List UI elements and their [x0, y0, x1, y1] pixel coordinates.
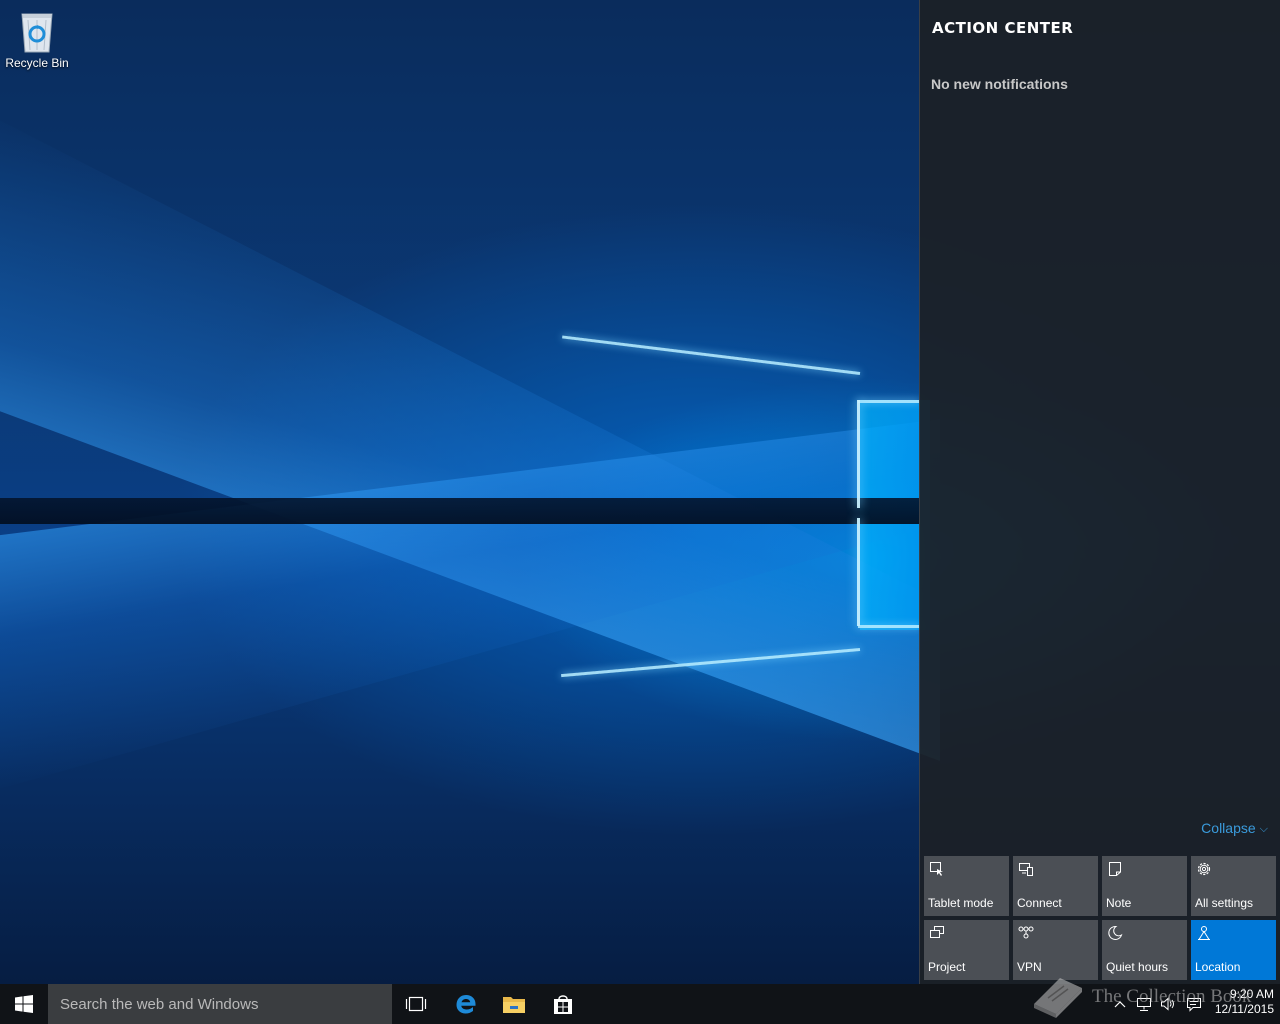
quick-action-tablet-mode[interactable]: Tablet mode: [924, 856, 1009, 916]
project-icon: [930, 926, 944, 938]
quick-action-label: Location: [1195, 960, 1241, 974]
task-view-button[interactable]: [392, 984, 440, 1024]
quick-action-vpn[interactable]: VPN: [1013, 920, 1098, 980]
note-icon: [1109, 862, 1121, 876]
notifications-empty-message: No new notifications: [931, 76, 1068, 92]
store-icon: [554, 995, 572, 1014]
quick-action-all-settings[interactable]: All settings: [1191, 856, 1276, 916]
quick-action-label: Connect: [1017, 896, 1062, 910]
folder-icon: [503, 997, 525, 1013]
quick-actions-grid: Tablet mode Connect Note All settings Pr…: [924, 856, 1276, 980]
store-button[interactable]: [539, 984, 587, 1024]
moon-icon: [1108, 925, 1123, 940]
quick-action-label: Project: [928, 960, 966, 974]
edge-icon: [456, 995, 476, 1014]
clock-time: 9:20 AM: [1229, 987, 1274, 1001]
collapse-label: Collapse: [1201, 820, 1256, 836]
quick-action-label: Quiet hours: [1106, 960, 1169, 974]
action-center-title: ACTION CENTER: [932, 19, 1074, 37]
quick-action-label: VPN: [1017, 960, 1042, 974]
edge-button[interactable]: [442, 984, 490, 1024]
wallpaper-pane-edge: [857, 518, 860, 626]
wallpaper-glow-line: [858, 400, 920, 403]
chevron-down-icon: ⌵: [1259, 823, 1268, 835]
vpn-icon: [1018, 926, 1034, 939]
quick-action-note[interactable]: Note: [1102, 856, 1187, 916]
quick-action-quiet-hours[interactable]: Quiet hours: [1102, 920, 1187, 980]
quick-action-label: Note: [1106, 896, 1132, 910]
action-center-panel: ACTION CENTER No new notifications Colla…: [919, 0, 1280, 984]
clock[interactable]: 9:20 AM 12/11/2015: [1206, 987, 1274, 1017]
action-center-icon[interactable]: [1186, 996, 1202, 1012]
search-input[interactable]: [48, 984, 392, 1024]
chevron-up-icon[interactable]: [1112, 996, 1128, 1012]
quick-action-label: All settings: [1195, 896, 1254, 910]
task-view-icon: [405, 996, 427, 1012]
quick-action-location[interactable]: Location: [1191, 920, 1276, 980]
network-icon[interactable]: [1136, 996, 1152, 1012]
volume-icon[interactable]: [1160, 996, 1176, 1012]
file-explorer-button[interactable]: [490, 984, 538, 1024]
taskbar: 9:20 AM 12/11/2015: [0, 984, 1280, 1024]
tablet-mode-icon: [930, 862, 943, 876]
recycle-bin-icon: [21, 13, 53, 53]
recycle-bin-shortcut[interactable]: Recycle Bin: [4, 8, 70, 70]
collapse-button[interactable]: Collapse ⌵: [1201, 820, 1268, 836]
location-icon: [1198, 926, 1210, 940]
wallpaper-pane-edge: [857, 400, 860, 508]
recycle-bin-label: Recycle Bin: [5, 56, 69, 70]
windows-logo-icon: [15, 995, 33, 1013]
wallpaper-glow-line: [562, 335, 861, 375]
wallpaper-window-divider: [0, 498, 920, 524]
quick-action-connect[interactable]: Connect: [1013, 856, 1098, 916]
quick-action-project[interactable]: Project: [924, 920, 1009, 980]
wallpaper-glow-line: [858, 625, 920, 628]
clock-date: 12/11/2015: [1214, 1002, 1274, 1016]
quick-action-label: Tablet mode: [928, 896, 994, 910]
gear-icon: [1197, 862, 1211, 876]
connect-icon: [1019, 863, 1033, 876]
start-button[interactable]: [0, 984, 48, 1024]
